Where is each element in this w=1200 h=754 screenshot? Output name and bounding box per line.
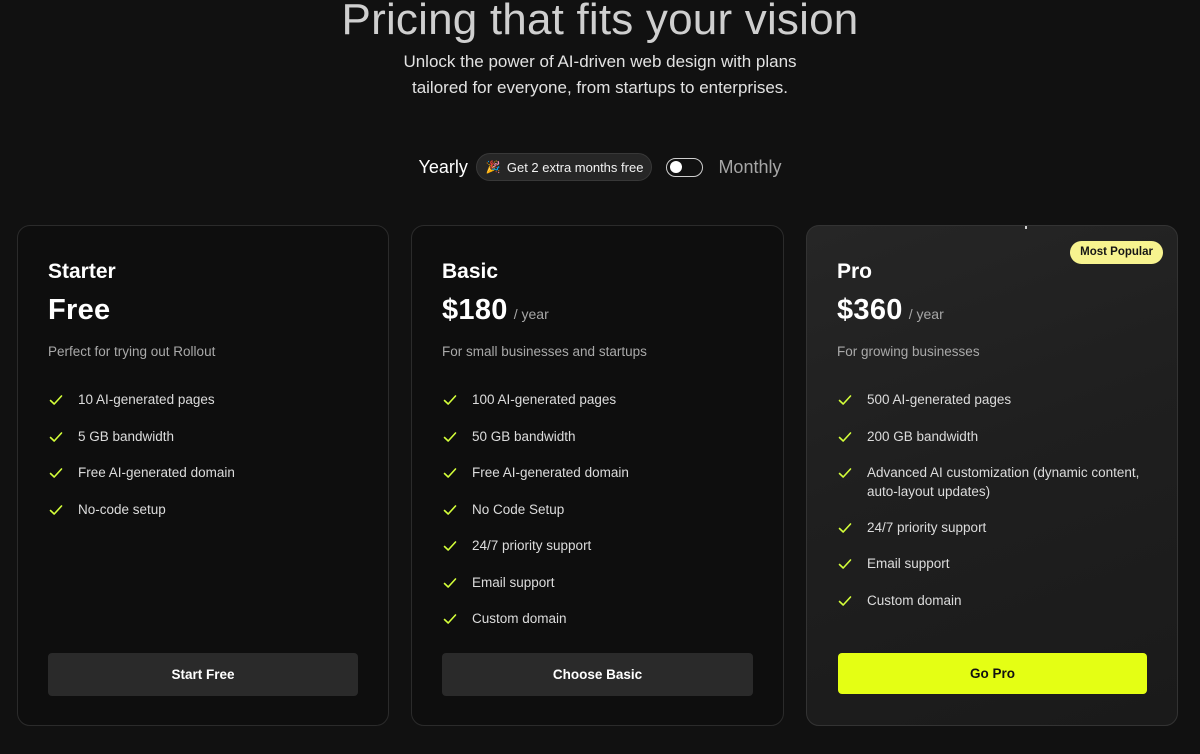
decorative-dot: [1025, 226, 1027, 229]
check-icon: [442, 611, 460, 629]
start-free-button[interactable]: Start Free: [48, 653, 358, 696]
feature-item: Free AI-generated domain: [442, 463, 763, 483]
feature-item: No Code Setup: [442, 500, 763, 520]
subtitle-line-1: Unlock the power of AI-driven web design…: [403, 52, 797, 71]
pricing-page: Pricing that fits your vision Unlock the…: [0, 0, 1200, 754]
feature-item: 24/7 priority support: [837, 518, 1157, 538]
feature-text: Free AI-generated domain: [472, 465, 629, 480]
choose-basic-button[interactable]: Choose Basic: [442, 653, 753, 696]
plan-card-pro: Most Popular Pro $360 / year For growing…: [806, 225, 1178, 726]
plan-description: For small businesses and startups: [442, 344, 647, 359]
feature-text: Advanced AI customization (dynamic conte…: [867, 465, 1140, 499]
check-icon: [442, 465, 460, 483]
feature-text: Free AI-generated domain: [78, 465, 235, 480]
feature-list: 10 AI-generated pages 5 GB bandwidth Free …: [48, 390, 368, 536]
feature-text: 500 AI-generated pages: [867, 392, 1012, 407]
feature-item: 500 AI-generated pages: [837, 390, 1157, 410]
plan-name: Basic: [442, 260, 499, 283]
feature-item: Email support: [837, 554, 1157, 574]
check-icon: [837, 429, 855, 447]
subtitle-line-2: tailored for everyone, from startups to …: [411, 78, 789, 97]
feature-text: No Code Setup: [472, 501, 565, 517]
plan-price-row: Free: [48, 294, 116, 327]
plan-price: $180: [442, 294, 508, 326]
feature-text: 50 GB bandwidth: [472, 428, 576, 444]
feature-list: 500 AI-generated pages 200 GB bandwidth Ad…: [837, 390, 1157, 627]
plan-description: For growing businesses: [837, 344, 980, 359]
feature-item: 10 AI-generated pages: [48, 390, 368, 410]
feature-text: Custom domain: [472, 611, 567, 626]
feature-item: 50 GB bandwidth: [442, 427, 763, 447]
party-popper-icon: 🎉: [485, 160, 501, 174]
feature-item: 100 AI-generated pages: [442, 390, 763, 410]
monthly-label[interactable]: Monthly: [718, 157, 781, 178]
feature-text: 200 GB bandwidth: [867, 428, 979, 444]
page-subtitle: Unlock the power of AI-driven web design…: [350, 49, 850, 101]
check-icon: [442, 429, 460, 447]
plan-period: / year: [908, 306, 944, 322]
feature-text: 24/7 priority support: [867, 519, 987, 535]
check-icon: [837, 392, 855, 410]
check-icon: [442, 392, 460, 410]
feature-text: 24/7 priority support: [472, 538, 592, 553]
check-icon: [48, 502, 66, 520]
feature-text: 10 AI-generated pages: [78, 392, 215, 407]
plan-price: $360: [837, 294, 903, 326]
promo-badge: 🎉 Get 2 extra months free: [475, 153, 653, 181]
go-pro-button[interactable]: Go Pro: [838, 653, 1147, 694]
check-icon: [442, 502, 460, 520]
feature-item: 24/7 priority support: [442, 536, 763, 556]
check-icon: [48, 465, 66, 483]
feature-text: 5 GB bandwidth: [78, 428, 175, 444]
plan-description: Perfect for trying out Rollout: [48, 344, 216, 359]
feature-item: 200 GB bandwidth: [837, 427, 1157, 447]
feature-item: Custom domain: [837, 591, 1157, 611]
yearly-label[interactable]: Yearly: [419, 157, 468, 178]
plan-price-row: $180 / year: [442, 294, 549, 327]
feature-text: No-code setup: [78, 501, 166, 517]
check-icon: [837, 520, 855, 538]
plan-period: / year: [513, 306, 549, 322]
check-icon: [837, 593, 855, 611]
plan-card-starter: Starter Free Perfect for trying out Roll…: [17, 225, 389, 726]
feature-item: No-code setup: [48, 500, 368, 520]
feature-item: Free AI-generated domain: [48, 463, 368, 483]
feature-item: Advanced AI customization (dynamic conte…: [837, 463, 1157, 501]
plan-card-basic: Basic $180 / year For small businesses a…: [411, 225, 784, 726]
check-icon: [442, 575, 460, 593]
feature-list: 100 AI-generated pages 50 GB bandwidth Fre…: [442, 390, 763, 646]
billing-toggle-switch[interactable]: [666, 157, 704, 177]
billing-toggle-row: Yearly 🎉 Get 2 extra months free Monthly: [0, 152, 1200, 182]
plan-name: Pro: [837, 260, 873, 283]
feature-text: Custom domain: [867, 592, 962, 608]
feature-text: Email support: [472, 574, 555, 590]
check-icon: [442, 538, 460, 556]
check-icon: [48, 392, 66, 410]
check-icon: [837, 556, 855, 574]
feature-text: Email support: [867, 556, 950, 571]
plan-price: Free: [48, 294, 111, 326]
page-title: Pricing that fits your vision: [341, 0, 859, 44]
toggle-knob: [670, 160, 683, 173]
promo-text: Get 2 extra months free: [506, 159, 644, 175]
check-icon: [48, 429, 66, 447]
plan-price-row: $360 / year: [837, 294, 944, 327]
check-icon: [837, 465, 855, 483]
plan-name: Starter: [48, 260, 116, 283]
feature-text: 100 AI-generated pages: [472, 392, 617, 407]
feature-item: Email support: [442, 573, 763, 593]
feature-item: 5 GB bandwidth: [48, 427, 368, 447]
feature-item: Custom domain: [442, 609, 763, 629]
most-popular-badge: Most Popular: [1070, 241, 1163, 264]
